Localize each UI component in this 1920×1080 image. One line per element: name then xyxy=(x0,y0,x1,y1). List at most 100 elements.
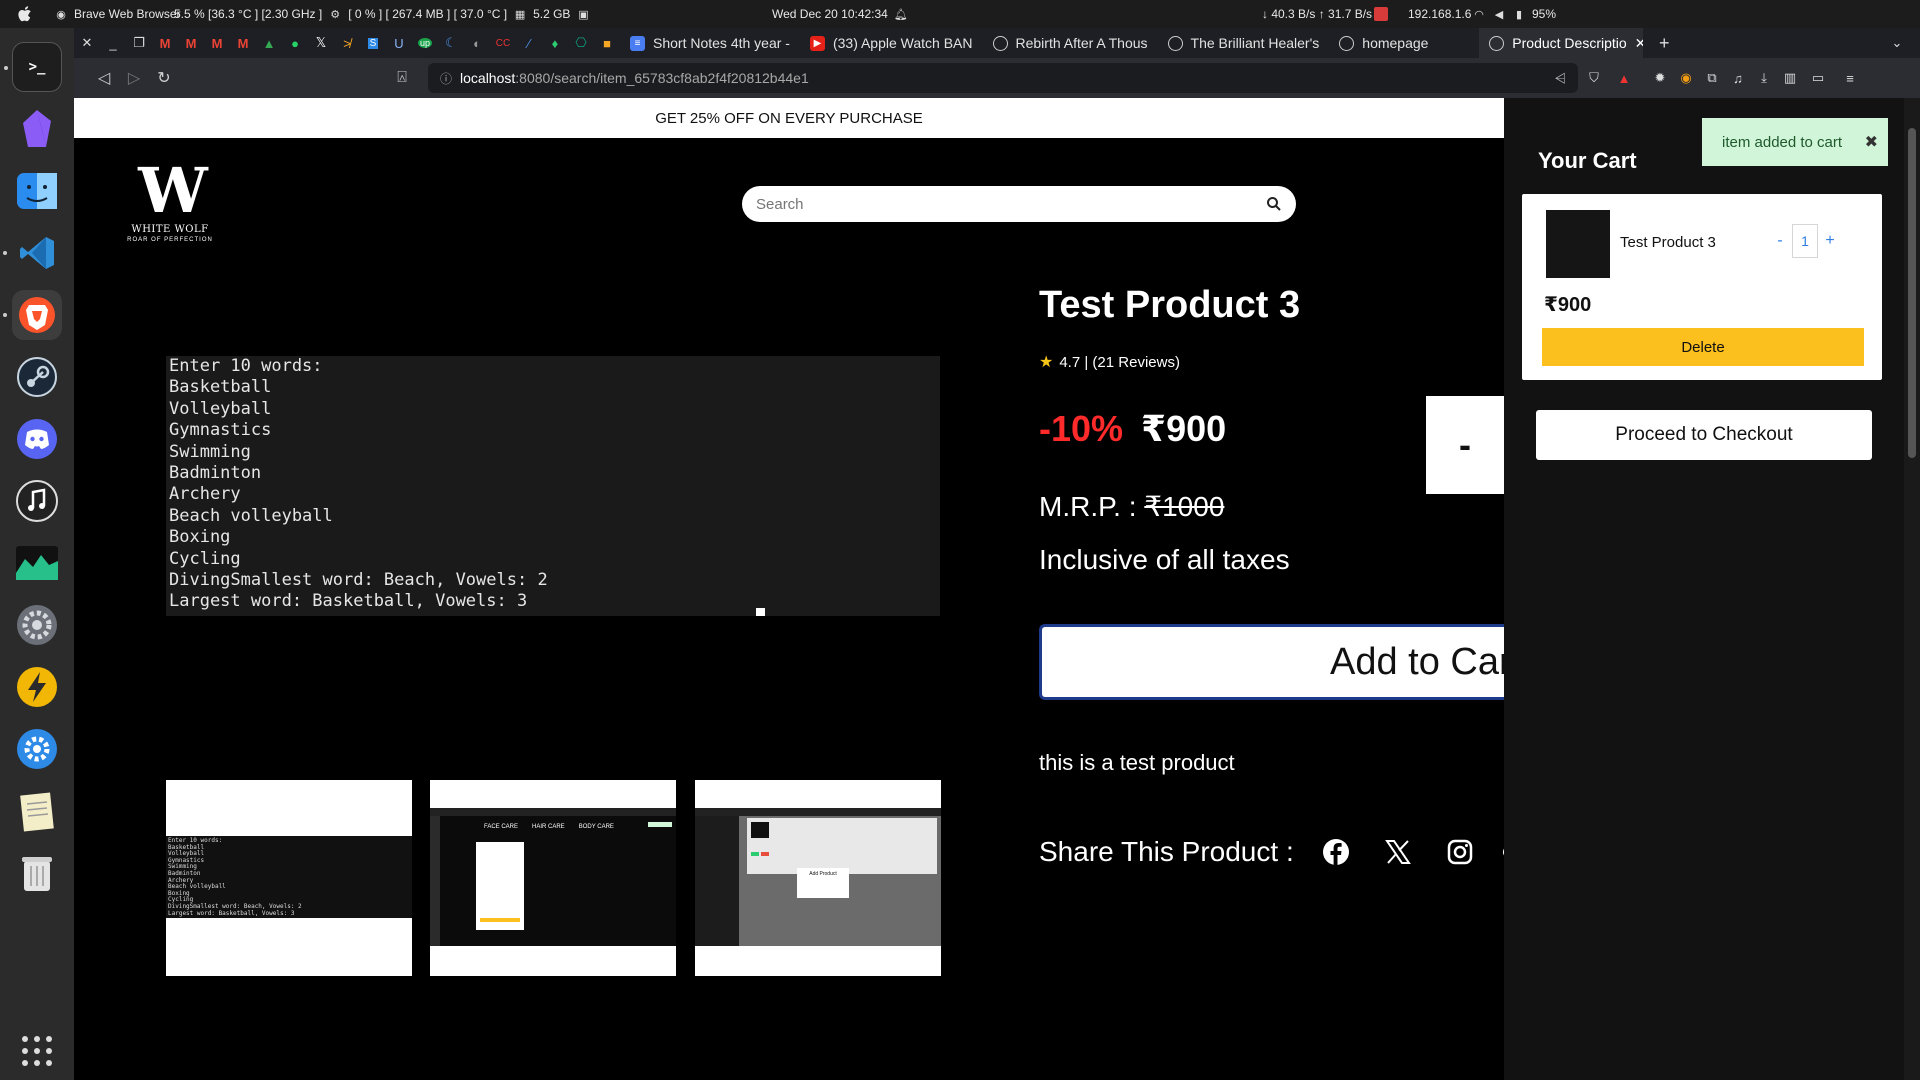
product-rating[interactable]: ★ 4.7 | (21 Reviews) xyxy=(1039,352,1180,372)
pinned-tab-gmail-4[interactable]: M xyxy=(230,28,256,58)
dock-steam[interactable] xyxy=(12,352,62,402)
search-icon[interactable] xyxy=(1266,196,1282,212)
product-main-image[interactable]: Enter 10 words: Basketball Volleyball Gy… xyxy=(166,356,940,616)
dock-discord[interactable] xyxy=(12,414,62,464)
dock-settings[interactable] xyxy=(12,724,62,774)
vpn-indicator[interactable] xyxy=(1374,0,1388,28)
tab-label: homepage xyxy=(1362,35,1429,51)
x-twitter-icon[interactable] xyxy=(1378,832,1418,872)
thumbnail-1[interactable]: Enter 10 words: Basketball Volleyball Gy… xyxy=(166,780,412,976)
reload-icon[interactable]: ↻ xyxy=(148,62,180,94)
downloads-icon[interactable]: ⤓ xyxy=(1754,68,1774,88)
pinned-tab-c[interactable]: ☾ xyxy=(438,28,464,58)
tab-product-description[interactable]: Product Descriptio ✕ xyxy=(1479,28,1644,58)
tab-rebirth[interactable]: Rebirth After A Thous xyxy=(983,28,1158,58)
forward-icon[interactable]: ▷ xyxy=(118,62,150,94)
back-icon[interactable]: ◁ xyxy=(88,62,120,94)
search-bar xyxy=(742,186,1296,222)
sidebar-icon[interactable]: ▥ xyxy=(1780,68,1800,88)
restore-icon[interactable]: ❐ xyxy=(126,28,152,58)
close-window-icon[interactable]: ✕ xyxy=(74,28,100,58)
dock-brave[interactable] xyxy=(3,290,62,340)
instagram-icon[interactable] xyxy=(1440,832,1480,872)
pinned-tab-arrow[interactable]: ≯ xyxy=(334,28,360,58)
battery-icon[interactable]: ▮ xyxy=(1512,7,1526,21)
dock: >_ xyxy=(0,28,74,1080)
pinned-tab-x[interactable]: 𝕏 xyxy=(308,28,334,58)
wallet-icon[interactable]: ▭ xyxy=(1808,68,1828,88)
pinned-tab-toggle[interactable]: ◐ xyxy=(464,28,490,58)
close-tab-icon[interactable]: ✕ xyxy=(1635,35,1644,52)
scrollbar[interactable] xyxy=(1904,98,1920,1080)
dock-reeder[interactable] xyxy=(12,662,62,712)
dock-system-preferences[interactable] xyxy=(12,600,62,650)
extension-puzzle-icon[interactable]: ✹ xyxy=(1650,68,1670,88)
scrollbar-thumb[interactable] xyxy=(1908,128,1916,458)
qty-plus-button[interactable]: + xyxy=(1818,232,1842,250)
active-app-indicator[interactable]: ◉ Brave Web Browser xyxy=(54,0,180,28)
tab-short-notes[interactable]: ≡ Short Notes 4th year - xyxy=(620,28,800,58)
add-to-cart-button[interactable]: Add to Cart xyxy=(1039,624,1504,700)
dock-trash[interactable] xyxy=(12,848,62,898)
tab-brilliant-healer[interactable]: The Brilliant Healer's xyxy=(1158,28,1330,58)
thumbnail-3[interactable]: Add Product xyxy=(695,780,941,976)
delete-button[interactable]: Delete xyxy=(1542,328,1864,366)
volume-icon[interactable]: ◀︎ xyxy=(1492,7,1506,21)
product-title: Test Product 3 xyxy=(1039,284,1301,326)
pinned-tab-gmail-2[interactable]: M xyxy=(178,28,204,58)
pinned-tab-u[interactable]: U xyxy=(386,28,412,58)
dock-finder[interactable] xyxy=(12,166,62,216)
dock-music[interactable] xyxy=(12,476,62,526)
brave-shields-icon[interactable]: ⛉ xyxy=(1584,68,1604,88)
apple-menu-icon[interactable] xyxy=(18,0,32,28)
brave-rewards-icon[interactable]: ▲ xyxy=(1614,68,1634,88)
dock-vscode[interactable] xyxy=(3,228,62,278)
dock-obsidian[interactable] xyxy=(12,104,62,154)
store-logo[interactable]: W WHITE WOLF ROAR OF PERFECTION xyxy=(118,160,222,250)
extension-firefox-icon[interactable]: ◉ xyxy=(1676,68,1696,88)
tab-youtube[interactable]: ▶ (33) Apple Watch BAN xyxy=(800,28,983,58)
wifi-icon[interactable]: ◠ xyxy=(1472,7,1486,21)
dock-notes[interactable] xyxy=(12,786,62,836)
status-tray[interactable]: ◠ ◀︎ ▮ 95% xyxy=(1472,0,1556,28)
close-toast-icon[interactable]: ✖ xyxy=(1865,132,1878,152)
tab-label: Product Descriptio xyxy=(1512,35,1627,51)
share-icon[interactable]: ⩤ xyxy=(1555,70,1566,87)
cart-item-price: ₹900 xyxy=(1544,294,1592,316)
pinned-tab-whatsapp[interactable]: ● xyxy=(282,28,308,58)
pinned-tab-chatgpt[interactable]: ⎔ xyxy=(568,28,594,58)
menu-icon[interactable]: ≡ xyxy=(1840,68,1860,88)
pinned-tab-s[interactable]: S xyxy=(360,28,386,58)
globe-icon xyxy=(1167,35,1183,51)
app-grid-icon[interactable] xyxy=(22,1036,52,1066)
discord-icon xyxy=(17,419,57,459)
facebook-icon[interactable] xyxy=(1316,832,1356,872)
url-field[interactable]: ⓘ localhost :8080/search/item_65783cf8ab… xyxy=(428,63,1578,93)
qty-value[interactable]: 1 xyxy=(1792,224,1818,258)
pinned-tab-drive[interactable]: ▲ xyxy=(256,28,282,58)
thumbnail-2[interactable]: FACE CARE HAIR CARE BODY CARE xyxy=(430,780,676,976)
quantity-decrement-button[interactable]: - xyxy=(1426,396,1504,494)
dock-terminal[interactable]: >_ xyxy=(4,42,62,92)
tab-search-icon[interactable]: ⌄ xyxy=(1884,28,1910,58)
media-icon[interactable]: ♫ xyxy=(1728,68,1748,88)
checkout-button[interactable]: Proceed to Checkout xyxy=(1536,410,1872,460)
extensions-icon[interactable]: ⧉ xyxy=(1702,68,1722,88)
cart-item-image[interactable] xyxy=(1546,210,1610,278)
pinned-tab-box[interactable]: ■ xyxy=(594,28,620,58)
qty-minus-button[interactable]: - xyxy=(1768,232,1792,250)
pinned-tab-cc[interactable]: CC xyxy=(490,28,516,58)
search-input[interactable] xyxy=(756,195,1266,213)
pinned-tab-leaf[interactable]: ♦ xyxy=(542,28,568,58)
pinned-tab-up[interactable]: up xyxy=(412,28,438,58)
new-tab-button[interactable]: + xyxy=(1651,28,1677,58)
bookmark-icon[interactable]: ⍓ xyxy=(386,62,418,94)
tab-homepage[interactable]: homepage xyxy=(1329,28,1479,58)
minimize-icon[interactable]: _ xyxy=(100,28,126,58)
dock-system-monitor[interactable] xyxy=(12,538,62,588)
site-info-icon[interactable]: ⓘ xyxy=(440,70,452,87)
clock[interactable]: Wed Dec 20 10:42:34 🔔︎ xyxy=(772,0,908,28)
pinned-tab-slash[interactable]: ⁄ xyxy=(516,28,542,58)
pinned-tab-gmail-3[interactable]: M xyxy=(204,28,230,58)
pinned-tab-gmail-1[interactable]: M xyxy=(152,28,178,58)
